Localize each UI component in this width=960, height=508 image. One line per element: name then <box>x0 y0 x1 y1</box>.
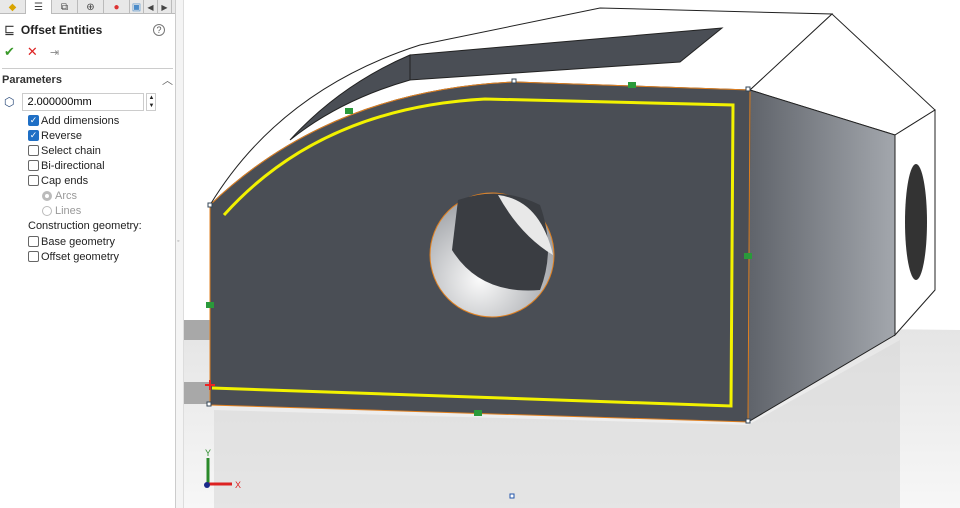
parameters-section-header[interactable]: Parameters ︿ <box>0 69 175 91</box>
tab-configuration-manager[interactable]: ⧉ <box>52 0 78 14</box>
checkbox-label: Offset geometry <box>41 250 120 263</box>
property-manager: ◆ ☰ ⧉ ⊕ ● ▣ ◀ ▶ ⊑ Offset Entities ? ✔ ✕ … <box>0 0 176 508</box>
end-hole <box>905 164 927 280</box>
triad-y-label: Y <box>205 448 211 458</box>
checkbox-label: Reverse <box>41 129 82 142</box>
arcs-radio[interactable]: Arcs <box>0 188 175 203</box>
panel-header: ⊑ Offset Entities ? <box>0 18 175 42</box>
radio-label: Arcs <box>55 189 77 202</box>
checkbox-label: Select chain <box>41 144 101 157</box>
distance-spinner[interactable]: ▲ ▼ <box>146 93 157 111</box>
lines-radio[interactable]: Lines <box>0 203 175 218</box>
tab-display-manager[interactable]: ▣ <box>130 0 144 14</box>
cancel-button[interactable]: ✕ <box>27 44 38 60</box>
pin-button[interactable]: ⇥ <box>50 46 59 59</box>
bi-directional-checkbox[interactable]: Bi-directional <box>0 158 175 173</box>
help-icon[interactable]: ? <box>153 24 165 36</box>
offset-distance-input[interactable] <box>22 93 145 111</box>
triad-x-label: X <box>235 480 241 490</box>
cap-ends-checkbox[interactable]: Cap ends <box>0 173 175 188</box>
offset-geometry-checkbox[interactable]: Offset geometry <box>0 249 175 264</box>
ok-button[interactable]: ✔ <box>4 44 15 60</box>
checkbox-label: Bi-directional <box>41 159 105 172</box>
base-geometry-checkbox[interactable]: Base geometry <box>0 234 175 249</box>
splitter-handle-icon: ◦ <box>177 238 180 245</box>
select-chain-checkbox[interactable]: Select chain <box>0 143 175 158</box>
checkbox-label: Cap ends <box>41 174 89 187</box>
tab-property-manager[interactable]: ☰ <box>26 0 52 14</box>
offset-entities-icon: ⊑ <box>4 22 15 37</box>
add-dimensions-checkbox[interactable]: ✓ Add dimensions <box>0 113 175 128</box>
tab-appearance[interactable]: ● <box>104 0 130 14</box>
tabs-scroll-right[interactable]: ▶ <box>158 0 172 14</box>
tab-feature-manager[interactable]: ◆ <box>0 0 26 14</box>
radio-label: Lines <box>55 204 82 217</box>
panel-title: Offset Entities <box>20 23 103 37</box>
graphics-viewport[interactable]: Y X <box>184 0 960 508</box>
offset-distance-icon: ⬡ <box>4 95 15 109</box>
construction-geometry-label: Construction geometry: <box>28 220 142 232</box>
panel-splitter[interactable]: ◦ <box>176 0 184 508</box>
tabs-scroll-left[interactable]: ◀ <box>144 0 158 14</box>
tab-dimxpert[interactable]: ⊕ <box>78 0 104 14</box>
checkbox-label: Base geometry <box>41 235 115 248</box>
collapse-icon[interactable]: ︿ <box>162 72 173 88</box>
reverse-checkbox[interactable]: ✓ Reverse <box>0 128 175 143</box>
checkbox-label: Add dimensions <box>41 114 120 127</box>
parameters-title: Parameters <box>2 74 62 86</box>
manager-tabs: ◆ ☰ ⧉ ⊕ ● ▣ ◀ ▶ <box>0 0 175 14</box>
